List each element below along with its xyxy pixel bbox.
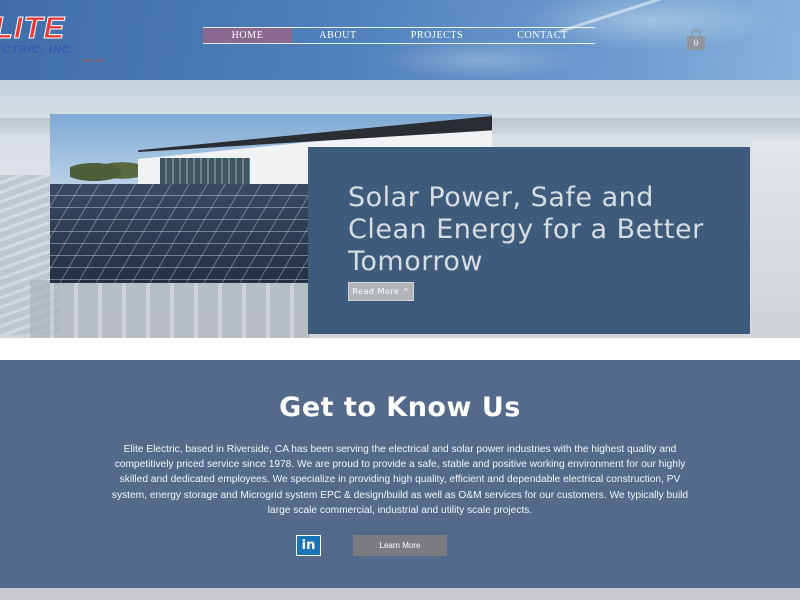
hero-bg-panels — [30, 280, 310, 338]
about-title: Get to Know Us — [279, 392, 521, 423]
main-nav: HOME ABOUT PROJECTS CONTACT — [203, 27, 595, 44]
photo-windows — [160, 158, 250, 186]
cart-count: 0 — [693, 38, 699, 48]
learn-more-button[interactable]: Learn More — [353, 535, 447, 556]
company-logo[interactable]: LITE ECTRIC, INC. SINCE 1978 — [0, 10, 114, 64]
linkedin-icon: in — [301, 538, 316, 553]
nav-contact[interactable]: CONTACT — [490, 28, 595, 43]
footer-strip — [0, 588, 800, 600]
nav-projects[interactable]: PROJECTS — [384, 28, 490, 43]
hero-bg-building — [752, 140, 800, 338]
section-divider — [0, 338, 800, 360]
hero-title: Solar Power, Safe and Clean Energy for a… — [348, 182, 704, 277]
about-section: Get to Know Us Elite Electric, based in … — [0, 360, 800, 588]
chevron-up-icon: ^ — [402, 287, 410, 296]
about-body: Elite Electric, based in Riverside, CA h… — [111, 444, 689, 516]
logo-since: SINCE 1978 — [82, 58, 105, 63]
logo-wordmark: LITE — [0, 10, 66, 46]
cart-button[interactable]: 0 — [686, 29, 706, 51]
nav-home[interactable]: HOME — [203, 28, 292, 43]
hero-card: Solar Power, Safe and Clean Energy for a… — [308, 147, 750, 334]
sky-cloud — [380, 40, 580, 80]
read-more-button[interactable]: Read More ^ — [348, 282, 414, 301]
hero-section: Solar Power, Safe and Clean Energy for a… — [0, 80, 800, 338]
site-header: LITE ECTRIC, INC. SINCE 1978 HOME ABOUT … — [0, 0, 800, 80]
linkedin-link[interactable]: in — [296, 535, 321, 556]
logo-subtitle: ECTRIC, INC. — [0, 44, 76, 56]
read-more-label: Read More — [352, 287, 400, 296]
nav-about[interactable]: ABOUT — [292, 28, 384, 43]
